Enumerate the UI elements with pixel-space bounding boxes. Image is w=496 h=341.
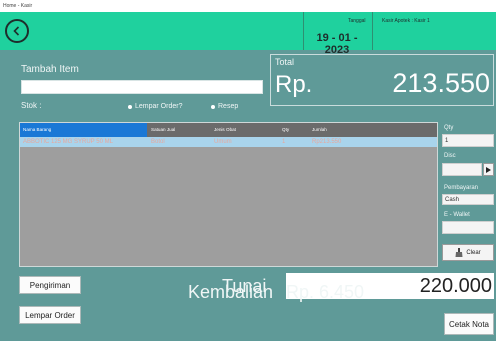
lempar-order-button[interactable]: Lempar Order — [19, 306, 81, 324]
radio-lempar-order[interactable]: Lempar Order? — [128, 103, 182, 110]
header-bar: Tanggal 19 - 01 - 2023 Kasir Apotek : Ka… — [0, 12, 496, 56]
back-arrow-icon — [13, 26, 20, 36]
column-header[interactable]: Qty — [282, 127, 289, 132]
stock-label: Stok : — [21, 101, 42, 110]
header-divider — [372, 12, 373, 50]
payment-method-value: Cash — [445, 197, 460, 203]
table-header: Nama Barang Satuan Jual Jenis Obat Qty J… — [20, 123, 437, 137]
ewallet-input[interactable] — [442, 221, 494, 234]
radio-resep[interactable]: Resep — [211, 103, 238, 110]
column-header[interactable]: Satuan Jual — [151, 127, 175, 132]
kembalian-value: Rp. 6.450 — [286, 282, 365, 302]
window-title-bar: Home - Kasir — [0, 0, 496, 12]
radio-label: Lempar Order? — [135, 103, 183, 110]
total-currency: Rp. — [275, 71, 313, 98]
payment-method-select[interactable]: Cash — [442, 194, 494, 205]
items-table[interactable]: Nama Barang Satuan Jual Jenis Obat Qty J… — [19, 122, 438, 267]
kembalian-label: Kembalian — [188, 282, 274, 302]
payment-label: Pembayaran — [444, 185, 479, 191]
dropdown-arrow-icon — [486, 166, 491, 173]
disc-label: Disc — [444, 153, 456, 159]
column-header[interactable]: Jenis Obat — [214, 127, 236, 132]
ewallet-label: E - Wallet — [444, 212, 470, 218]
radio-label: Resep — [218, 103, 239, 110]
window-title: Home - Kasir — [3, 3, 33, 9]
clear-label: Clear — [466, 249, 481, 256]
table-cell: 1 — [282, 139, 286, 145]
radio-dot — [211, 104, 215, 109]
header-divider — [303, 12, 304, 50]
table-cell: Rp213.550 — [312, 139, 342, 145]
radio-dot — [128, 104, 132, 109]
disc-apply-button[interactable] — [483, 163, 494, 176]
clear-button[interactable]: Clear — [442, 244, 494, 261]
table-cell: Umum — [214, 139, 232, 145]
column-header[interactable]: Jumlah — [312, 127, 327, 132]
total-label: Total — [275, 57, 295, 67]
table-cell: ABBOTIC 125 MG SYRUP 50 ML — [23, 139, 113, 145]
table-row[interactable]: ABBOTIC 125 MG SYRUP 50 ML Botol Umum 1 … — [20, 137, 437, 147]
disc-input[interactable] — [442, 163, 482, 176]
column-header[interactable]: Nama Barang — [20, 123, 147, 137]
cetak-nota-button[interactable]: Cetak Nota — [444, 313, 494, 335]
back-button[interactable] — [5, 19, 29, 43]
qty-label: Qty — [444, 125, 454, 131]
date-value: 19 - 01 - 2023 — [316, 32, 358, 56]
clear-brush-icon — [455, 248, 463, 257]
table-cell: Botol — [151, 139, 165, 145]
add-item-input[interactable] — [21, 80, 263, 94]
date-label: Tanggal — [348, 18, 366, 24]
total-amount: 213.550 — [392, 68, 490, 98]
pengiriman-button[interactable]: Pengiriman — [19, 276, 81, 294]
add-item-label: Tambah Item — [21, 64, 79, 75]
cashier-label: Kasir Apotek : Kasir 1 — [382, 18, 430, 24]
qty-input[interactable]: 1 — [442, 134, 494, 147]
